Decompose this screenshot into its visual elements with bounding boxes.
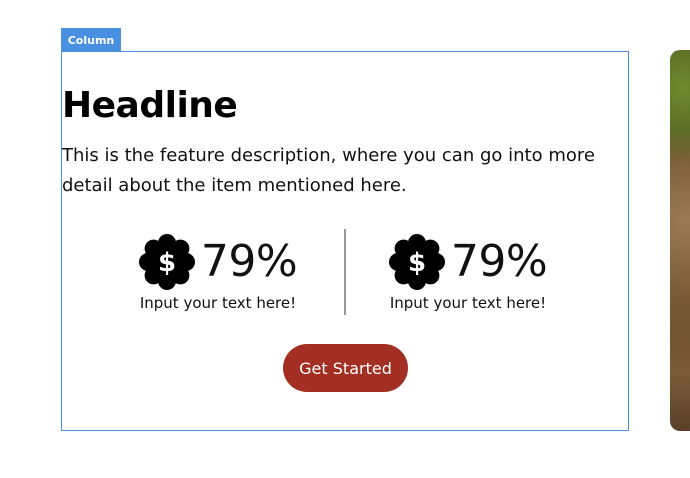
svg-text:$: $ [408,248,426,278]
stat-block-1[interactable]: $ 79% Input your text here! [128,232,308,312]
dollar-badge-icon: $ [388,234,445,290]
stat-value: 79% [450,236,548,287]
get-started-button[interactable]: Get Started [283,344,408,392]
stat-top-row: $ 79% [138,232,298,292]
stat-label[interactable]: Input your text here! [140,294,296,312]
column-tag[interactable]: Column [61,28,121,52]
dollar-badge-icon: $ [138,234,195,290]
side-photo-image[interactable] [670,50,690,431]
stat-block-2[interactable]: $ 79% Input your text here! [378,232,558,312]
headline[interactable]: Headline [62,86,238,126]
feature-description[interactable]: This is the feature description, where y… [62,141,617,201]
svg-text:$: $ [158,248,176,278]
page-canvas: Column Headline This is the feature desc… [0,0,690,478]
stat-divider [344,229,346,315]
stat-top-row: $ 79% [388,232,548,292]
stat-value: 79% [200,236,298,287]
stat-label[interactable]: Input your text here! [390,294,546,312]
